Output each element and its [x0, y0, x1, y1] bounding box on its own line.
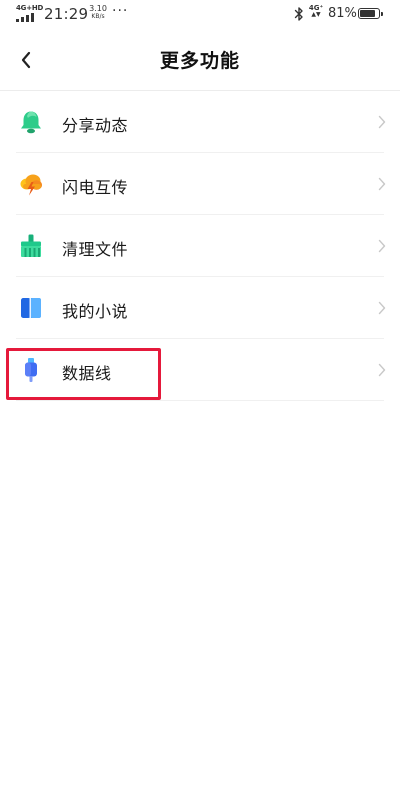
menu-item-share-feed[interactable]: 分享动态 [0, 91, 400, 153]
menu-item-label: 分享动态 [62, 116, 129, 135]
network-speed: 3.10 KB/s [89, 4, 107, 21]
menu-item-label: 闪电互传 [62, 178, 129, 197]
menu-item-label: 数据线 [62, 364, 112, 383]
menu-item-label: 我的小说 [62, 302, 129, 321]
chevron-right-icon [378, 239, 386, 253]
chevron-right-icon [378, 301, 386, 315]
page-title: 更多功能 [159, 50, 240, 72]
book-icon [21, 298, 41, 318]
status-bar: 4G+HD 21:29 3.10 KB/s ··· 4G⁺ ▲▼ 81% [0, 0, 400, 30]
clock: 21:29 [44, 5, 89, 23]
menu-item-label: 清理文件 [62, 240, 129, 259]
cloud-lightning-icon [20, 174, 42, 196]
chevron-right-icon [378, 177, 386, 191]
more-notifications-icon: ··· [112, 3, 129, 19]
chevron-right-icon [378, 115, 386, 129]
menu-item-my-novels[interactable]: 我的小说 [0, 277, 400, 339]
signal-icon: 4G+HD [16, 4, 44, 22]
bluetooth-icon [294, 7, 303, 21]
menu-item-data-cable[interactable]: 数据线 [0, 339, 400, 401]
usb-cable-icon [25, 358, 37, 382]
header: 更多功能 [0, 30, 400, 90]
feature-list: 分享动态 闪电互传 清理文件 我的小说 数据线 [0, 91, 400, 401]
chevron-right-icon [378, 363, 386, 377]
broom-icon [21, 234, 41, 257]
battery-icon [358, 8, 383, 19]
battery-percent: 81% [328, 6, 357, 21]
menu-item-clean-files[interactable]: 清理文件 [0, 215, 400, 277]
bell-icon [21, 111, 41, 134]
network-type: 4G+HD [16, 4, 44, 12]
mobile-data-icon: 4G⁺ ▲▼ [308, 4, 324, 18]
menu-item-flash-transfer[interactable]: 闪电互传 [0, 153, 400, 215]
